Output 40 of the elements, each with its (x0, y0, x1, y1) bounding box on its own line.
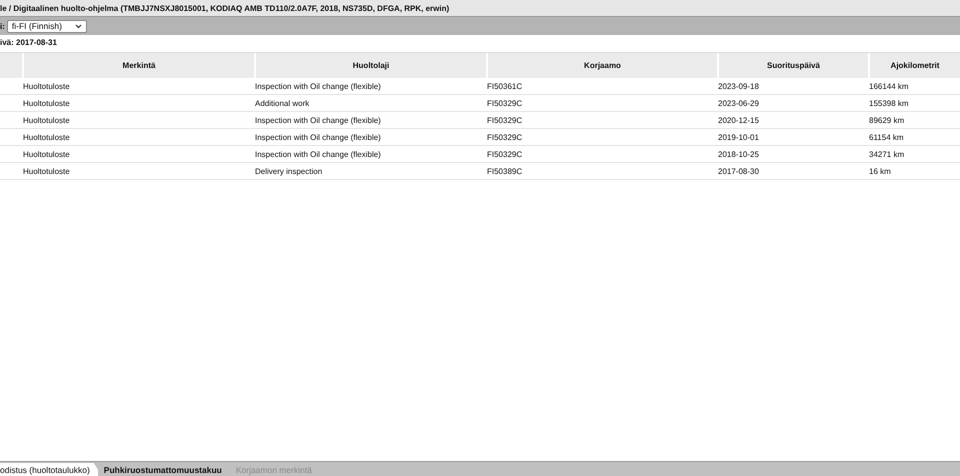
table-cell: Inspection with Oil change (flexible) (255, 150, 381, 158)
table-cell: Huoltotuloste (23, 150, 70, 158)
column-header[interactable]: Suorituspäivä (717, 53, 868, 78)
language-label: i: (0, 22, 5, 30)
table-cell: Huoltotuloste (23, 98, 70, 108)
table-cell: Additional work (255, 98, 310, 108)
table-cell: 2018-10-25 (718, 150, 759, 158)
table-cell: 166144 km (869, 82, 909, 90)
table-cell: 2023-09-18 (718, 82, 759, 90)
window-title: le / Digitaalinen huolto-ohjelma (TMBJJ7NSXJ8015001, KODIAQ AMB TD110/2.0A7F, 2018, NS735D, DFGA, RPK, erwin) (0, 0, 960, 17)
column-header[interactable]: Huoltolaji (254, 53, 486, 78)
language-dropdown[interactable]: fi-FI (Finnish) (6, 20, 87, 32)
column-header[interactable]: Ajokilometrit (868, 53, 960, 78)
table-cell: Huoltotuloste (23, 82, 70, 90)
table-cell: 2023-06-29 (718, 98, 759, 108)
table-cell: 2017-08-30 (718, 166, 759, 176)
table-cell: 89629 km (869, 116, 904, 124)
column-header[interactable]: Merkintä (22, 53, 254, 78)
table-cell: FI50329C (487, 98, 522, 108)
table-cell: Inspection with Oil change (flexible) (255, 132, 381, 142)
table-cell: FI50361C (487, 82, 522, 90)
table-cell: FI50329C (487, 132, 522, 142)
table-cell: FI50389C (487, 166, 522, 176)
table-cell: Inspection with Oil change (flexible) (255, 116, 381, 124)
table-cell: 155398 km (869, 98, 909, 108)
table-cell: Huoltotuloste (23, 116, 70, 124)
caret-icon (74, 24, 82, 28)
table-cell: Delivery inspection (255, 166, 322, 176)
table-cell: FI50329C (487, 116, 522, 124)
table-cell: 61154 km (869, 132, 904, 142)
table-cell: 2019-10-01 (718, 132, 759, 142)
table-cell: Huoltotuloste (23, 132, 70, 142)
table-cell: FI50329C (487, 150, 522, 158)
table-cell: 16 km (869, 166, 891, 176)
table-cell: 34271 km (869, 150, 904, 158)
table-cell: Inspection with Oil change (flexible) (255, 82, 381, 90)
table-cell: Huoltotuloste (23, 166, 70, 176)
table-cell: 2020-12-15 (718, 116, 759, 124)
column-header[interactable]: Korjaamo (486, 53, 717, 78)
column-header (0, 53, 22, 78)
